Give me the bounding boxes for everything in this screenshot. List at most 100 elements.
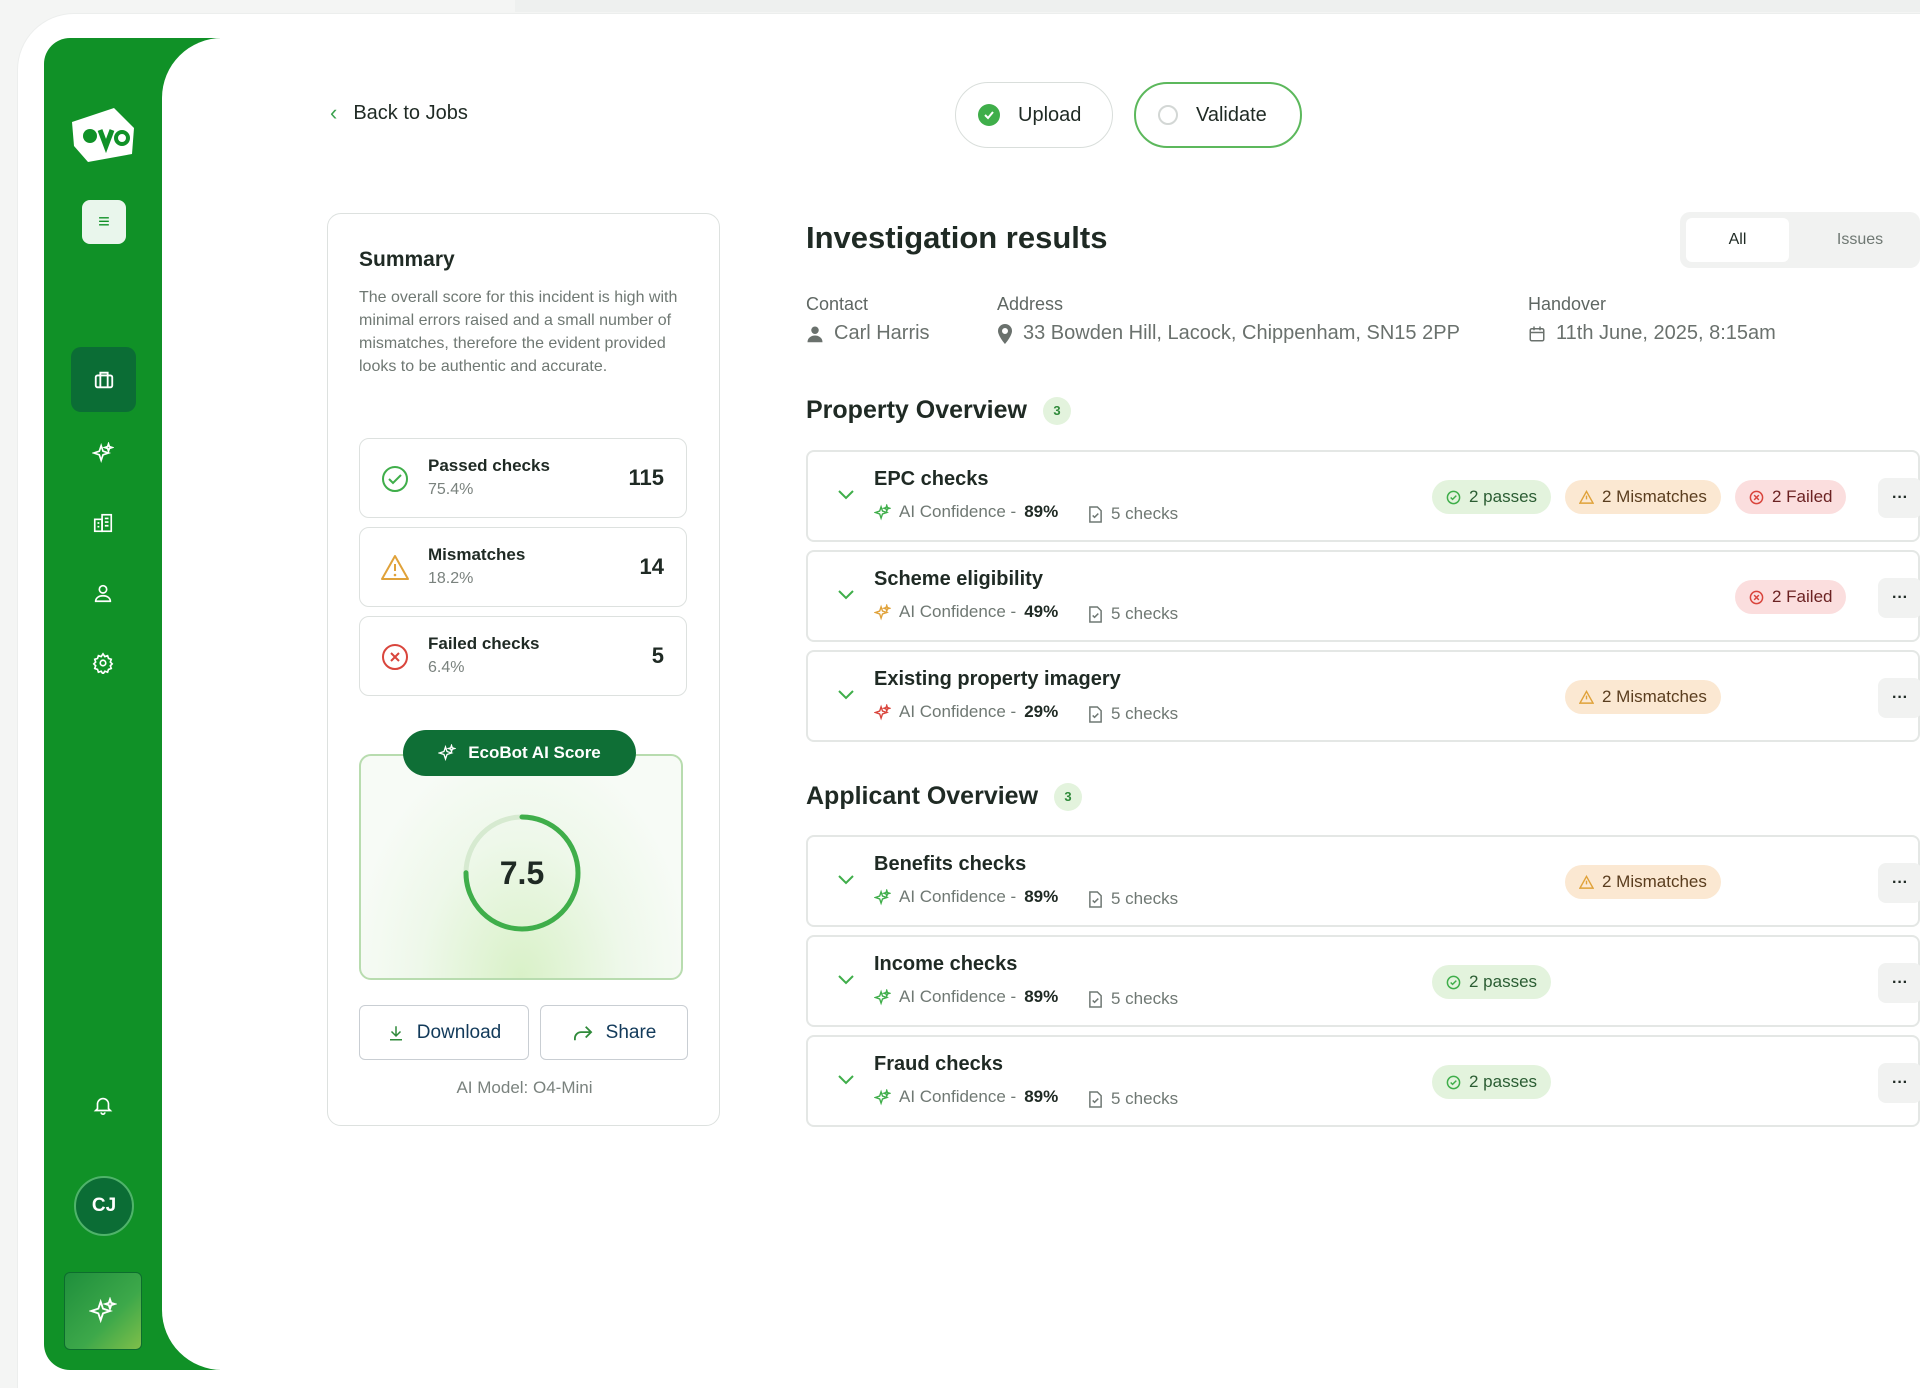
confidence-label: AI Confidence - — [899, 502, 1017, 521]
sparkles-icon — [874, 503, 891, 520]
notifications-button[interactable] — [82, 1084, 124, 1126]
sparkles-icon — [874, 703, 891, 720]
sparkles-icon — [92, 442, 114, 463]
checks-text: 5 checks — [1111, 989, 1179, 1008]
section-title: Applicant Overview — [806, 782, 1039, 810]
ai-assistant-button[interactable] — [64, 1272, 142, 1350]
row-title: Income checks — [874, 953, 1018, 975]
more-options-button[interactable]: ··· — [1878, 678, 1920, 718]
stat-mismatches[interactable]: Mismatches 18.2% 14 — [359, 527, 687, 607]
score-label: EcoBot AI Score — [468, 743, 601, 762]
menu-button[interactable]: ≡ — [82, 200, 126, 244]
gear-icon — [92, 652, 114, 674]
handover-label: Handover — [1528, 294, 1607, 314]
sidebar-item-properties[interactable] — [82, 502, 124, 544]
chevron-down-icon[interactable] — [834, 1067, 858, 1091]
mismatches-badge: 2 Mismatches — [1565, 480, 1721, 514]
sidebar-item-jobs[interactable] — [71, 347, 136, 412]
sidebar-item-settings[interactable] — [82, 642, 124, 684]
user-icon — [94, 584, 112, 603]
briefcase-icon — [94, 371, 113, 388]
address-label: Address — [997, 294, 1064, 314]
check-row-scheme-eligibility[interactable]: Scheme eligibility AI Confidence - 49% 5… — [806, 550, 1920, 642]
sparkles-icon — [874, 988, 891, 1005]
row-title: EPC checks — [874, 468, 989, 490]
step-label: Validate — [1196, 103, 1267, 126]
sidebar-item-users[interactable] — [82, 572, 124, 614]
check-circle-icon — [382, 466, 408, 492]
stat-label: Passed checks — [428, 456, 550, 475]
section-count-badge: 3 — [1042, 396, 1071, 425]
step-upload[interactable]: Upload — [955, 82, 1113, 148]
badge-text: 2 Mismatches — [1602, 872, 1707, 891]
score-label-pill: EcoBot AI Score — [403, 730, 636, 776]
row-title: Fraud checks — [874, 1053, 1003, 1075]
section-title: Property Overview — [806, 396, 1027, 424]
mismatches-badge: 2 Mismatches — [1565, 680, 1721, 714]
filter-issues[interactable]: Issues — [1810, 218, 1910, 262]
handover-text: 11th June, 2025, 8:15am — [1556, 322, 1776, 344]
stat-failed-checks[interactable]: Failed checks 6.4% 5 — [359, 616, 687, 696]
ai-model-label: AI Model: O4-Mini — [456, 1078, 593, 1097]
ai-confidence: AI Confidence - 29% — [874, 702, 1058, 722]
check-row-fraud[interactable]: Fraud checks AI Confidence - 89% 5 check… — [806, 1035, 1920, 1127]
checks-count: 5 checks — [1088, 504, 1178, 524]
sidebar-item-ai[interactable] — [82, 432, 124, 474]
badge-text: 2 passes — [1469, 487, 1538, 506]
more-options-button[interactable]: ··· — [1878, 1063, 1920, 1103]
warning-icon — [1579, 689, 1594, 704]
stat-percent: 18.2% — [428, 570, 474, 587]
x-circle-icon — [1749, 490, 1764, 504]
filter-all[interactable]: All — [1686, 218, 1789, 262]
sparkles-icon — [874, 603, 891, 620]
stat-label: Mismatches — [428, 545, 526, 564]
mismatches-badge: 2 Mismatches — [1565, 865, 1721, 899]
stat-passed-checks[interactable]: Passed checks 75.4% 115 — [359, 438, 687, 518]
check-circle-icon — [1446, 1075, 1461, 1089]
warning-icon — [1579, 489, 1594, 504]
summary-description: The overall score for this incident is h… — [359, 289, 678, 375]
confidence-label: AI Confidence - — [899, 702, 1017, 721]
confidence-label: AI Confidence - — [899, 887, 1017, 906]
chevron-down-icon[interactable] — [834, 582, 858, 606]
check-row-epc[interactable]: EPC checks AI Confidence - 89% 5 checks … — [806, 450, 1920, 542]
checks-count: 5 checks — [1088, 704, 1178, 724]
address-text: 33 Bowden Hill, Lacock, Chippenham, SN15… — [1023, 322, 1460, 344]
person-icon — [807, 326, 823, 342]
checks-count: 5 checks — [1088, 889, 1178, 909]
check-row-benefits[interactable]: Benefits checks AI Confidence - 89% 5 ch… — [806, 835, 1920, 927]
check-row-property-imagery[interactable]: Existing property imagery AI Confidence … — [806, 650, 1920, 742]
chevron-down-icon[interactable] — [834, 967, 858, 991]
row-title: Benefits checks — [874, 853, 1027, 875]
chevron-down-icon[interactable] — [834, 482, 858, 506]
check-row-income[interactable]: Income checks AI Confidence - 89% 5 chec… — [806, 935, 1920, 1027]
chevron-down-icon[interactable] — [834, 867, 858, 891]
download-button[interactable]: Download — [359, 1005, 529, 1060]
empty-circle-icon — [1158, 105, 1178, 125]
chevron-down-icon[interactable] — [834, 682, 858, 706]
checks-text: 5 checks — [1111, 889, 1179, 908]
badge-text: 2 Failed — [1772, 487, 1833, 506]
step-validate[interactable]: Validate — [1134, 82, 1302, 148]
logo[interactable] — [68, 100, 138, 170]
check-circle-icon — [1446, 490, 1461, 504]
checks-text: 5 checks — [1111, 604, 1179, 623]
badge-text: 2 Mismatches — [1602, 487, 1707, 506]
confidence-label: AI Confidence - — [899, 602, 1017, 621]
more-options-button[interactable]: ··· — [1878, 963, 1920, 1003]
applicant-overview-heading: Applicant Overview 3 — [806, 782, 1083, 811]
badge-text: 2 Mismatches — [1602, 687, 1707, 706]
download-label: Download — [416, 1021, 502, 1043]
more-options-button[interactable]: ··· — [1878, 578, 1920, 618]
back-to-jobs-link[interactable]: ‹ Back to Jobs — [330, 100, 468, 126]
more-options-button[interactable]: ··· — [1878, 478, 1920, 518]
score-value: 7.5 — [499, 854, 545, 891]
handover-value: 11th June, 2025, 8:15am — [1528, 322, 1776, 345]
stat-label: Failed checks — [428, 634, 540, 653]
more-options-button[interactable]: ··· — [1878, 863, 1920, 903]
top-strip — [515, 0, 1920, 12]
summary-card: Summary The overall score for this incid… — [327, 213, 720, 1126]
avatar[interactable]: CJ — [74, 1176, 134, 1236]
share-button[interactable]: Share — [540, 1005, 688, 1060]
document-icon — [1089, 505, 1102, 523]
